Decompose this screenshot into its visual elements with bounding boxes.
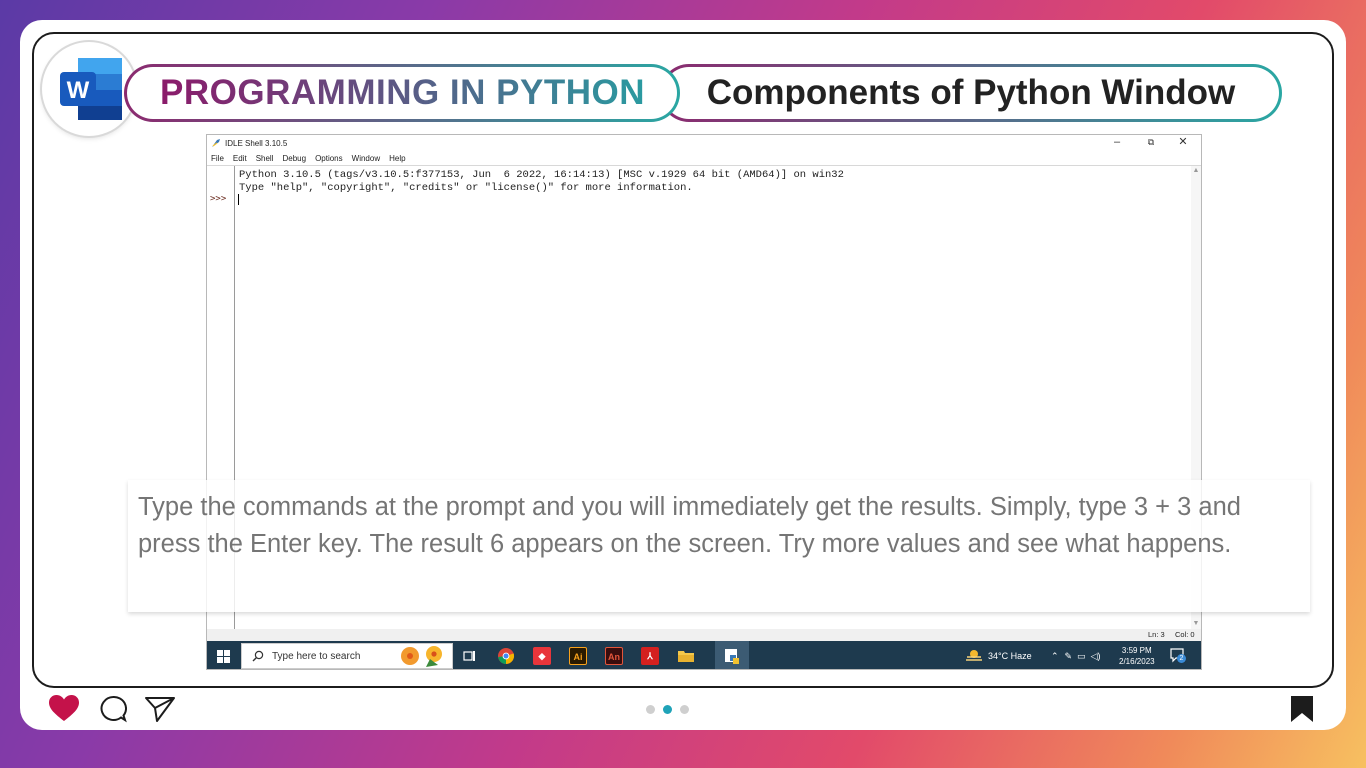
caption-text: Type the commands at the prompt and you … (138, 493, 1241, 558)
menu-options[interactable]: Options (315, 154, 343, 163)
menu-file[interactable]: File (211, 154, 224, 163)
restore-button[interactable]: ⧉ (1135, 135, 1167, 151)
slide-title: PROGRAMMING IN PYTHON (160, 73, 645, 112)
carousel-dot[interactable] (680, 705, 689, 714)
system-tray[interactable]: ⌃ ✎ ▭ ◁) (1051, 641, 1101, 669)
window-titlebar: IDLE Shell 3.10.5 – ⧉ ✕ (207, 135, 1201, 151)
status-bar: Ln: 3 Col: 0 (207, 629, 1201, 641)
python-feather-icon (212, 139, 220, 147)
output-line: Type "help", "copyright", "credits" or "… (239, 182, 693, 194)
menu-shell[interactable]: Shell (256, 154, 274, 163)
slide-subtitle: Components of Python Window (706, 73, 1236, 112)
post-card: W Components of Python Window PROGRAMMIN… (20, 20, 1346, 730)
anydesk-icon[interactable]: ◆ (533, 647, 551, 665)
network-icon[interactable]: ▭ (1077, 651, 1086, 662)
chevron-up-icon[interactable]: ⌃ (1051, 651, 1059, 662)
illustrator-icon[interactable]: Ai (569, 647, 587, 665)
weather-haze-icon (966, 650, 982, 661)
search-icon (252, 650, 264, 662)
weather-text: 34°C Haze (988, 651, 1032, 661)
bookmark-icon[interactable] (1290, 695, 1314, 723)
minimize-button[interactable]: – (1101, 135, 1133, 151)
menu-bar: File Edit Shell Debug Options Window Hel… (207, 151, 1201, 165)
scroll-up-icon[interactable]: ▲ (1192, 167, 1200, 175)
close-button[interactable]: ✕ (1167, 135, 1199, 151)
shell-prompt: >>> (210, 194, 227, 204)
animate-icon[interactable]: An (605, 647, 623, 665)
menu-help[interactable]: Help (389, 154, 405, 163)
weather-widget[interactable]: 34°C Haze (965, 641, 1032, 669)
slide-subtitle-pill: Components of Python Window (660, 64, 1282, 122)
menu-debug[interactable]: Debug (282, 154, 306, 163)
heart-icon[interactable] (48, 694, 80, 722)
shell-output: Python 3.10.5 (tags/v3.10.5:f377153, Jun… (239, 169, 844, 195)
menu-window[interactable]: Window (352, 154, 380, 163)
carousel-dot[interactable] (646, 705, 655, 714)
window-title: IDLE Shell 3.10.5 (225, 138, 288, 148)
slide-title-pill: PROGRAMMING IN PYTHON (124, 64, 680, 122)
carousel-dot-active[interactable] (663, 705, 672, 714)
output-line: Python 3.10.5 (tags/v3.10.5:f377153, Jun… (239, 169, 844, 181)
taskbar-search-box[interactable]: Type here to search (241, 643, 453, 669)
pen-icon[interactable]: ✎ (1065, 651, 1073, 662)
file-explorer-icon[interactable] (677, 647, 695, 665)
status-col: Col: 0 (1175, 630, 1195, 639)
search-placeholder: Type here to search (272, 650, 361, 662)
acrobat-icon[interactable]: ⅄ (641, 647, 659, 665)
idle-taskbar-button[interactable] (715, 641, 749, 669)
clock-date: 2/16/2023 (1119, 657, 1155, 666)
notification-button[interactable]: 2 (1169, 647, 1186, 663)
comment-icon[interactable] (99, 695, 127, 723)
windows-start-icon[interactable] (217, 650, 230, 663)
taskbar-clock[interactable]: 3:59 PM 2/16/2023 (1119, 645, 1155, 667)
task-view-icon[interactable] (461, 647, 479, 665)
flowers-icon (401, 646, 442, 667)
carousel-dots (646, 705, 689, 714)
scroll-down-icon[interactable]: ▼ (1192, 620, 1200, 628)
windows-taskbar: Type here to search ◆ Ai An ⅄ 34°C Haze … (207, 641, 1201, 669)
logo-badge: W (42, 42, 136, 136)
menu-edit[interactable]: Edit (233, 154, 247, 163)
word-logo-icon: W (60, 58, 122, 120)
status-line: Ln: 3 (1148, 630, 1165, 639)
text-cursor (238, 194, 239, 205)
notification-badge: 2 (1177, 654, 1186, 663)
caption-box: Type the commands at the prompt and you … (128, 480, 1310, 612)
chrome-icon[interactable] (497, 647, 515, 665)
send-icon[interactable] (144, 695, 176, 723)
clock-time: 3:59 PM (1121, 646, 1152, 655)
logo-letter: W (67, 77, 90, 104)
idle-python-icon (725, 649, 739, 664)
volume-icon[interactable]: ◁) (1091, 651, 1101, 662)
